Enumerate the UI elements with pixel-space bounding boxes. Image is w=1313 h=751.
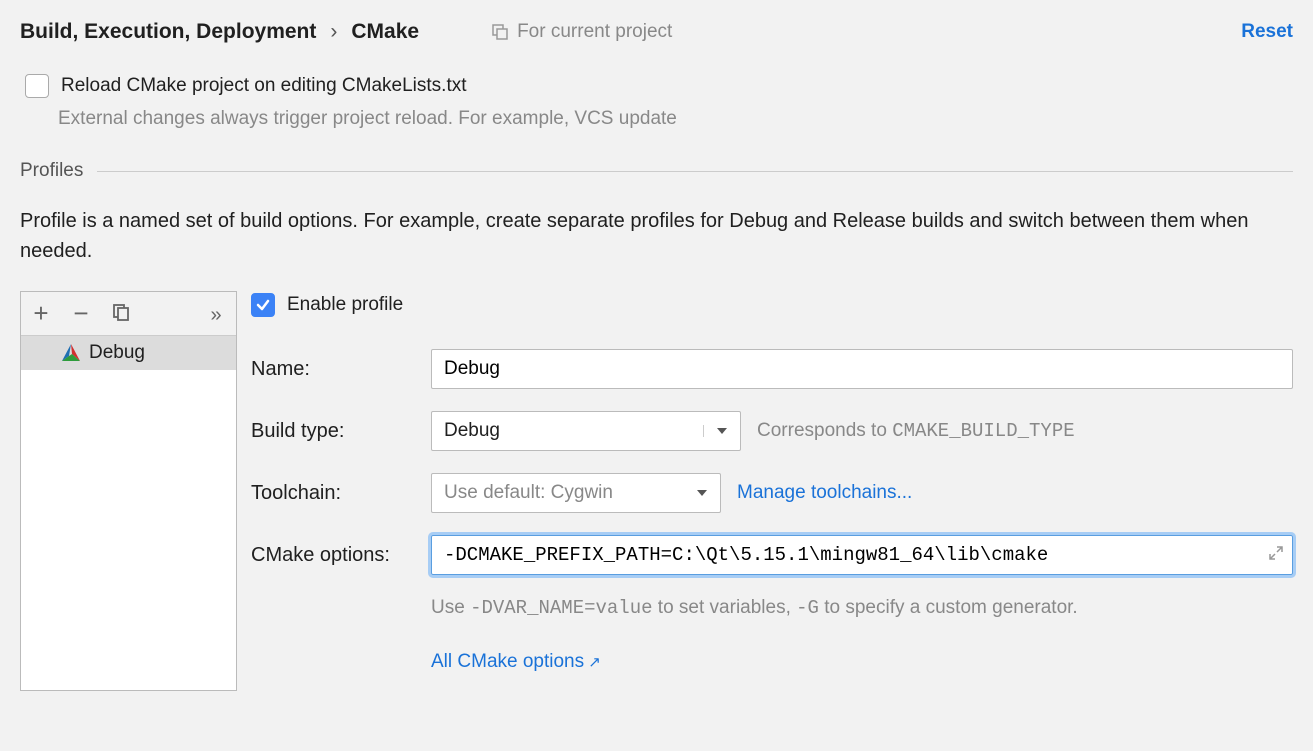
toolchain-row: Toolchain: Use default: Cygwin Manage to…: [251, 473, 1293, 513]
scope-hint-text: For current project: [517, 21, 672, 43]
chevron-down-icon: [703, 425, 728, 437]
profile-toolbar: [21, 292, 236, 336]
profile-form: Enable profile Name: Build type: Debug C…: [251, 291, 1293, 691]
all-cmake-options-link[interactable]: All CMake options: [431, 651, 601, 672]
reset-button[interactable]: Reset: [1241, 21, 1293, 43]
toolchain-select[interactable]: Use default: Cygwin: [431, 473, 721, 513]
manage-toolchains-link[interactable]: Manage toolchains...: [737, 482, 912, 504]
profiles-description: Profile is a named set of build options.…: [20, 206, 1293, 266]
settings-header: Build, Execution, Deployment › CMake For…: [20, 20, 1293, 44]
breadcrumb: Build, Execution, Deployment › CMake: [20, 20, 419, 44]
toolchain-label: Toolchain:: [251, 482, 431, 505]
enable-profile-label: Enable profile: [287, 294, 403, 316]
profiles-title: Profiles: [20, 160, 83, 182]
reload-note: External changes always trigger project …: [58, 108, 1293, 130]
remove-profile-icon[interactable]: [71, 298, 91, 329]
profile-list-item[interactable]: Debug: [21, 336, 236, 370]
cmake-options-label: CMake options:: [251, 544, 431, 567]
cmake-options-input[interactable]: [431, 535, 1293, 575]
copy-icon: [491, 23, 509, 41]
add-profile-icon[interactable]: [31, 298, 51, 329]
cmake-options-hint: Use -DVAR_NAME=value to set variables, -…: [431, 593, 1293, 623]
profile-list-panel: Debug: [20, 291, 237, 691]
reload-checkbox-row[interactable]: Reload CMake project on editing CMakeLis…: [20, 74, 1293, 98]
build-type-value: Debug: [444, 420, 500, 442]
reload-checkbox[interactable]: [25, 74, 49, 98]
name-label: Name:: [251, 358, 431, 381]
profiles-section-header: Profiles: [20, 160, 1293, 182]
scope-hint: For current project: [491, 21, 672, 43]
build-type-select[interactable]: Debug: [431, 411, 741, 451]
breadcrumb-root[interactable]: Build, Execution, Deployment: [20, 20, 316, 44]
expand-toolbar-icon[interactable]: [206, 301, 226, 327]
enable-profile-checkbox[interactable]: [251, 293, 275, 317]
toolchain-value: Use default: Cygwin: [444, 482, 613, 504]
breadcrumb-leaf: CMake: [351, 20, 419, 44]
cmake-icon: [61, 343, 81, 363]
profile-item-label: Debug: [89, 342, 145, 364]
build-type-hint: Corresponds to CMAKE_BUILD_TYPE: [757, 420, 1075, 442]
name-row: Name:: [251, 349, 1293, 389]
chevron-down-icon: [696, 487, 708, 499]
name-input[interactable]: [431, 349, 1293, 389]
copy-profile-icon[interactable]: [111, 301, 131, 327]
reload-checkbox-label: Reload CMake project on editing CMakeLis…: [61, 75, 467, 97]
expand-icon[interactable]: [1269, 546, 1283, 564]
cmake-options-row: CMake options:: [251, 535, 1293, 575]
section-divider: [97, 171, 1293, 172]
breadcrumb-separator: ›: [330, 20, 337, 44]
build-type-label: Build type:: [251, 420, 431, 443]
enable-profile-row[interactable]: Enable profile: [251, 293, 1293, 317]
build-type-row: Build type: Debug Corresponds to CMAKE_B…: [251, 411, 1293, 451]
